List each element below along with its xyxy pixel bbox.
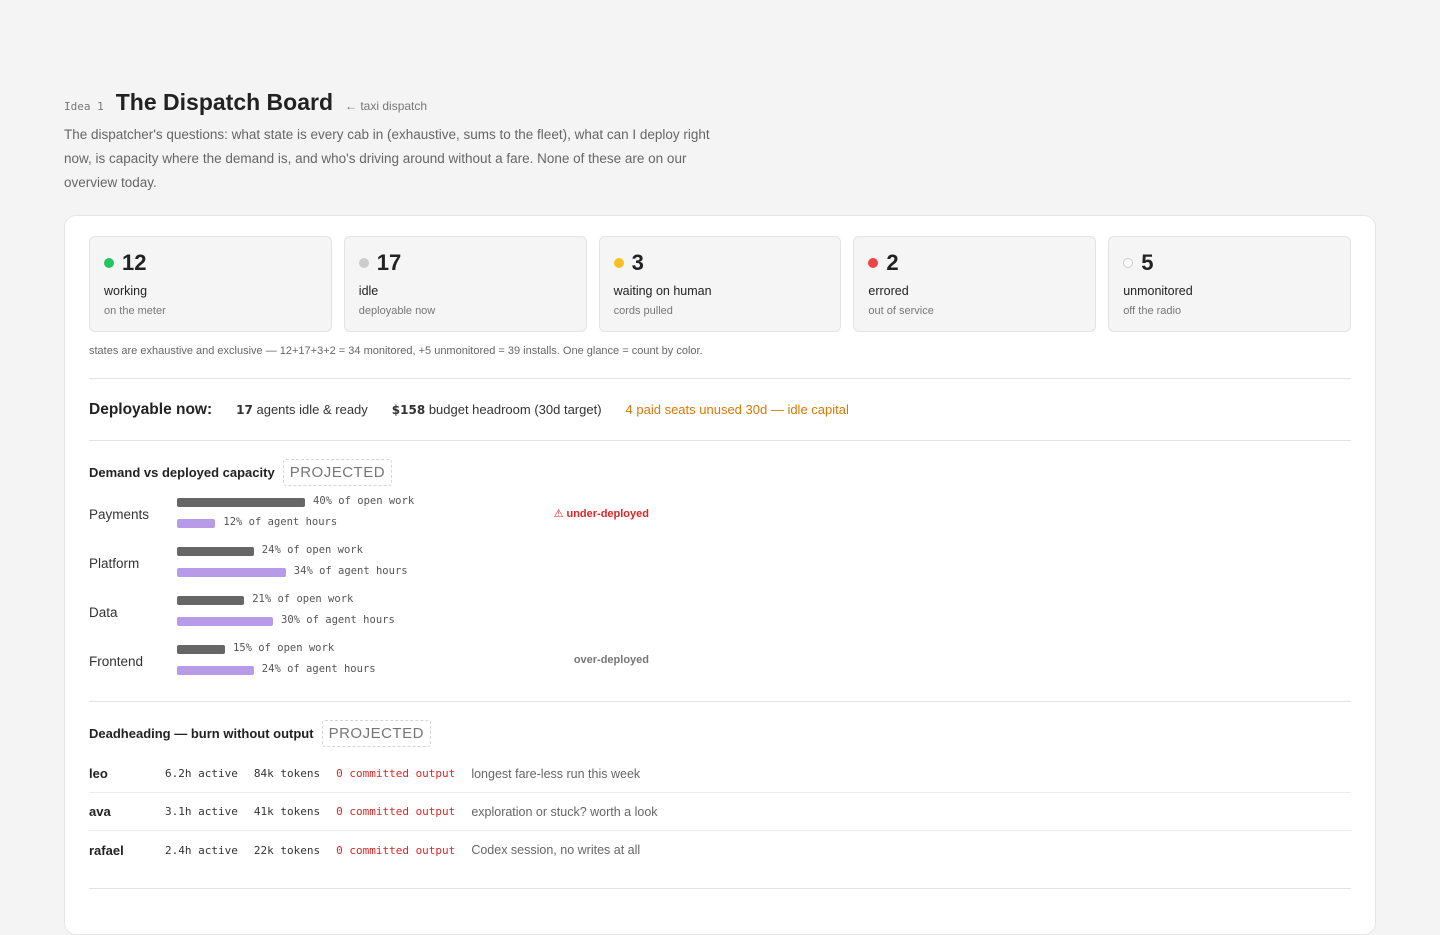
- open-work-bar: [177, 645, 225, 654]
- agent-hours-label: 30% of agent hours: [281, 614, 395, 626]
- row-note: Codex session, no writes at all: [471, 843, 641, 857]
- open-work-label: 15% of open work: [233, 642, 335, 654]
- token-count: 22k tokens: [253, 843, 321, 857]
- state-count: 12: [122, 250, 147, 275]
- idle-capital-warning: 4 paid seats unused 30d — idle capital: [625, 402, 849, 417]
- deadheading-header: Deadheading — burn without output PROJEC…: [89, 718, 1351, 748]
- page-header: Idea 1 The Dispatch Board ← taxi dispatc…: [64, 89, 1376, 119]
- team-label: Payments: [89, 507, 150, 522]
- active-hours: 3.1h active: [165, 805, 238, 818]
- team-label: Platform: [89, 556, 140, 571]
- open-work-bar: [177, 498, 305, 507]
- reference-link[interactable]: ← taxi dispatch: [345, 99, 427, 113]
- state-card-idle[interactable]: 17 idle deployable now: [343, 236, 587, 332]
- deployable-agents-text: agents idle & ready: [256, 402, 368, 417]
- idea-label: Idea 1: [64, 100, 104, 113]
- deadheading-row[interactable]: ava 3.1h active 41k tokens 0 committed o…: [89, 793, 1351, 831]
- token-count: 84k tokens: [253, 767, 321, 780]
- open-work-label: 24% of open work: [261, 544, 363, 556]
- demand-row-frontend[interactable]: Frontend 15% of open work 24% of agent hou…: [89, 639, 1351, 688]
- deployable-section: Deployable now: 17 agents idle & ready $…: [89, 379, 1351, 440]
- state-count: 5: [1141, 250, 1154, 275]
- team-label: Data: [89, 605, 118, 620]
- status-dot-icon: [358, 258, 369, 268]
- demand-row-payments[interactable]: Payments 40% of open work 12% of agent hou…: [89, 492, 1351, 541]
- agent-hours-label: 34% of agent hours: [293, 565, 408, 577]
- page-description: The dispatcher's questions: what state i…: [64, 127, 710, 190]
- open-work-bar: [177, 596, 245, 605]
- deadheading-list: leo 6.2h active 84k tokens 0 committed o…: [89, 755, 1351, 869]
- status-dot-icon: [868, 258, 879, 268]
- state-count: 3: [631, 250, 644, 275]
- divider: [89, 701, 1351, 702]
- deployable-title: Deployable now:: [89, 400, 213, 418]
- deadheading-row[interactable]: rafael 2.4h active 22k tokens 0 committe…: [89, 831, 1351, 869]
- state-label: errored: [868, 284, 909, 298]
- deadheading-row[interactable]: leo 6.2h active 84k tokens 0 committed o…: [89, 755, 1351, 793]
- state-count: 17: [376, 250, 402, 275]
- projected-badge: PROJECTED: [321, 719, 431, 747]
- agent-hours-bar: [177, 568, 286, 577]
- agent-hours-bar: [177, 666, 254, 675]
- active-hours: 6.2h active: [165, 767, 238, 780]
- status-dot-icon: [613, 258, 624, 268]
- agent-hours-label: 12% of agent hours: [223, 516, 338, 528]
- agent-name: rafael: [89, 842, 124, 858]
- states-note: states are exhaustive and exclusive — 12…: [89, 345, 703, 357]
- page-title: The Dispatch Board: [115, 89, 334, 115]
- row-note: longest fare-less run this week: [471, 766, 641, 781]
- agent-hours-bar: [177, 519, 216, 528]
- state-card-waiting[interactable]: 3 waiting on human cords pulled: [598, 236, 842, 332]
- committed-output: 0 committed output: [336, 767, 456, 780]
- projected-badge: PROJECTED: [282, 458, 393, 486]
- row-note: exploration or stuck? worth a look: [471, 804, 658, 819]
- deployable-agents-value: 17: [236, 403, 253, 417]
- open-work-label: 21% of open work: [252, 593, 354, 605]
- agent-name: leo: [89, 766, 108, 781]
- demand-row-data[interactable]: Data 21% of open work 30% of agent hours: [89, 590, 1351, 639]
- status-dot-icon: [104, 258, 114, 268]
- open-work-label: 40% of open work: [313, 495, 415, 507]
- deadheading-title: Deadheading — burn without output: [89, 725, 314, 741]
- deployable-budget-value: $158: [391, 403, 426, 417]
- state-sub: cords pulled: [613, 305, 673, 317]
- demand-header: Demand vs deployed capacity PROJECTED: [89, 457, 1351, 487]
- deployable-budget: $158 budget headroom (30d target): [392, 402, 602, 417]
- dispatch-board-page: Idea 1 The Dispatch Board ← taxi dispatc…: [64, 89, 1376, 935]
- state-card-errored[interactable]: 2 errored out of service: [853, 236, 1097, 332]
- state-label: waiting on human: [613, 284, 712, 298]
- state-label: unmonitored: [1123, 284, 1193, 298]
- state-cards: 12 working on the meter 17 idle deployab…: [89, 236, 1351, 332]
- deployment-flag: ⚠ under-deployed: [553, 508, 649, 520]
- deployable-budget-text: budget headroom (30d target): [428, 402, 602, 417]
- divider: [89, 440, 1351, 441]
- demand-rows: Payments 40% of open work 12% of agent hou…: [89, 492, 1351, 688]
- state-sub: on the meter: [104, 305, 166, 317]
- committed-output: 0 committed output: [336, 805, 456, 818]
- state-sub: deployable now: [358, 305, 436, 317]
- open-work-bar: [177, 547, 254, 556]
- agent-name: ava: [89, 804, 111, 819]
- state-card-unmonitored[interactable]: 5 unmonitored off the radio: [1108, 236, 1351, 332]
- demand-title: Demand vs deployed capacity: [89, 464, 275, 480]
- state-count: 2: [886, 250, 899, 275]
- status-dot-icon: [1123, 258, 1134, 268]
- state-label: working: [104, 284, 148, 298]
- agent-hours-label: 24% of agent hours: [261, 663, 376, 675]
- divider: [89, 888, 1351, 889]
- committed-output: 0 committed output: [336, 843, 456, 857]
- token-count: 41k tokens: [253, 805, 321, 818]
- active-hours: 2.4h active: [165, 843, 238, 857]
- deployment-flag: over-deployed: [573, 654, 649, 666]
- deployable-agents: 17 agents idle & ready: [236, 402, 368, 417]
- state-sub: off the radio: [1123, 305, 1182, 317]
- team-label: Frontend: [89, 654, 144, 669]
- state-card-working[interactable]: 12 working on the meter: [89, 236, 332, 332]
- state-sub: out of service: [868, 305, 934, 317]
- demand-row-platform[interactable]: Platform 24% of open work 34% of agent hou…: [89, 541, 1351, 590]
- agent-hours-bar: [177, 617, 273, 626]
- dashboard-card: 12 working on the meter 17 idle deployab…: [64, 215, 1376, 935]
- state-label: idle: [358, 284, 379, 298]
